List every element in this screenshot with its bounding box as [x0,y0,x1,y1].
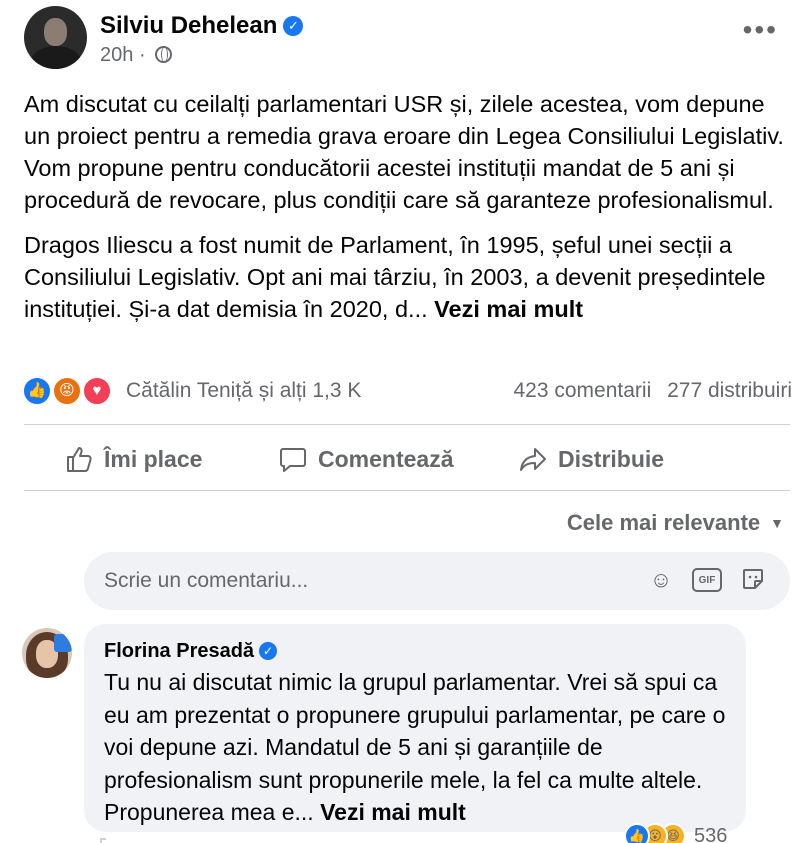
share-label: Distribuie [558,445,665,472]
sort-label: Cele mai relevante [566,510,761,535]
post-body: Am discutat cu ceilalți parlamentari USR… [24,88,794,338]
meta-separator: · [138,44,146,66]
commenter-avatar[interactable] [22,628,72,678]
comment-reactions[interactable]: 👍 😮 😆 536 [624,822,727,843]
comment-button[interactable]: Comentează [278,444,453,474]
sticker-icon[interactable] [740,567,766,593]
verified-badge-icon: ✓ [283,16,304,36]
comment-sort-dropdown[interactable]: Cele mai relevante ▼ [567,510,784,536]
reaction-icons[interactable]: 👍 😡 ♥ [22,376,118,406]
gif-icon[interactable]: GIF [692,568,722,592]
comment-see-more-link[interactable]: Vezi mai mult [320,799,466,825]
post-paragraph-2: Dragos Iliescu a fost numit de Parlament… [24,229,794,325]
shares-count[interactable]: 277 distribuiri [667,379,792,402]
divider-top [24,424,790,425]
post-actions: Îmi place Comentează Distribuie [24,438,790,482]
avatar-shoulders [30,46,82,69]
post-meta: 20h · [100,44,173,67]
author-name-text[interactable]: Silviu Dehelean [100,12,277,39]
angry-icon: 😡 [52,376,82,406]
thumbs-up-icon [64,444,94,474]
reactors-names[interactable]: Cătălin Teniță și alți 1,3 K [126,379,361,403]
post-header: Silviu Dehelean ✓ 20h · ••• [24,6,784,76]
reply-thread-line [100,838,106,843]
comment-reaction-count: 536 [694,824,728,843]
divider-bottom [24,490,790,491]
avatar-frame-badge [54,634,72,652]
love-icon: ♥ [82,376,112,406]
see-more-link[interactable]: Vezi mai mult [434,296,583,322]
speech-bubble-icon [278,444,308,474]
author-avatar[interactable] [24,6,87,69]
comment-input[interactable] [104,564,624,598]
commenter-name[interactable]: Florina Presadă ✓ [104,640,278,663]
like-label: Îmi place [104,445,203,472]
reactions-summary: 👍 😡 ♥ Cătălin Teniță și alți 1,3 K 423 c… [22,374,792,408]
post-time[interactable]: 20h [100,44,133,66]
comments-count[interactable]: 423 comentarii [514,379,652,402]
post-paragraph-2-text: Dragos Iliescu a fost numit de Parlament… [24,232,766,322]
engagement-counts: 423 comentarii 277 distribuiri [504,379,793,403]
post-paragraph-1: Am discutat cu ceilalți parlamentari USR… [24,91,784,213]
like-icon: 👍 [624,823,650,843]
comment-text: Tu nu ai discutat nimic la grupul parlam… [104,666,744,829]
share-arrow-icon [518,444,548,474]
author-name[interactable]: Silviu Dehelean ✓ [100,12,304,40]
comment-bubble: Florina Presadă ✓ Tu nu ai discutat nimic… [84,624,746,832]
more-options-button[interactable]: ••• [743,16,778,44]
avatar-face [44,18,67,46]
comment-composer: ☺ GIF [84,552,790,610]
share-button[interactable]: Distribuie [518,444,664,474]
comment-label: Comentează [318,445,454,472]
verified-badge-icon: ✓ [259,642,278,660]
like-icon: 👍 [22,376,52,406]
public-globe-icon[interactable] [155,46,173,63]
emoji-icon[interactable]: ☺ [648,567,674,593]
commenter-name-text[interactable]: Florina Presadă [104,640,254,662]
caret-down-icon: ▼ [770,515,784,531]
like-button[interactable]: Îmi place [64,444,202,474]
